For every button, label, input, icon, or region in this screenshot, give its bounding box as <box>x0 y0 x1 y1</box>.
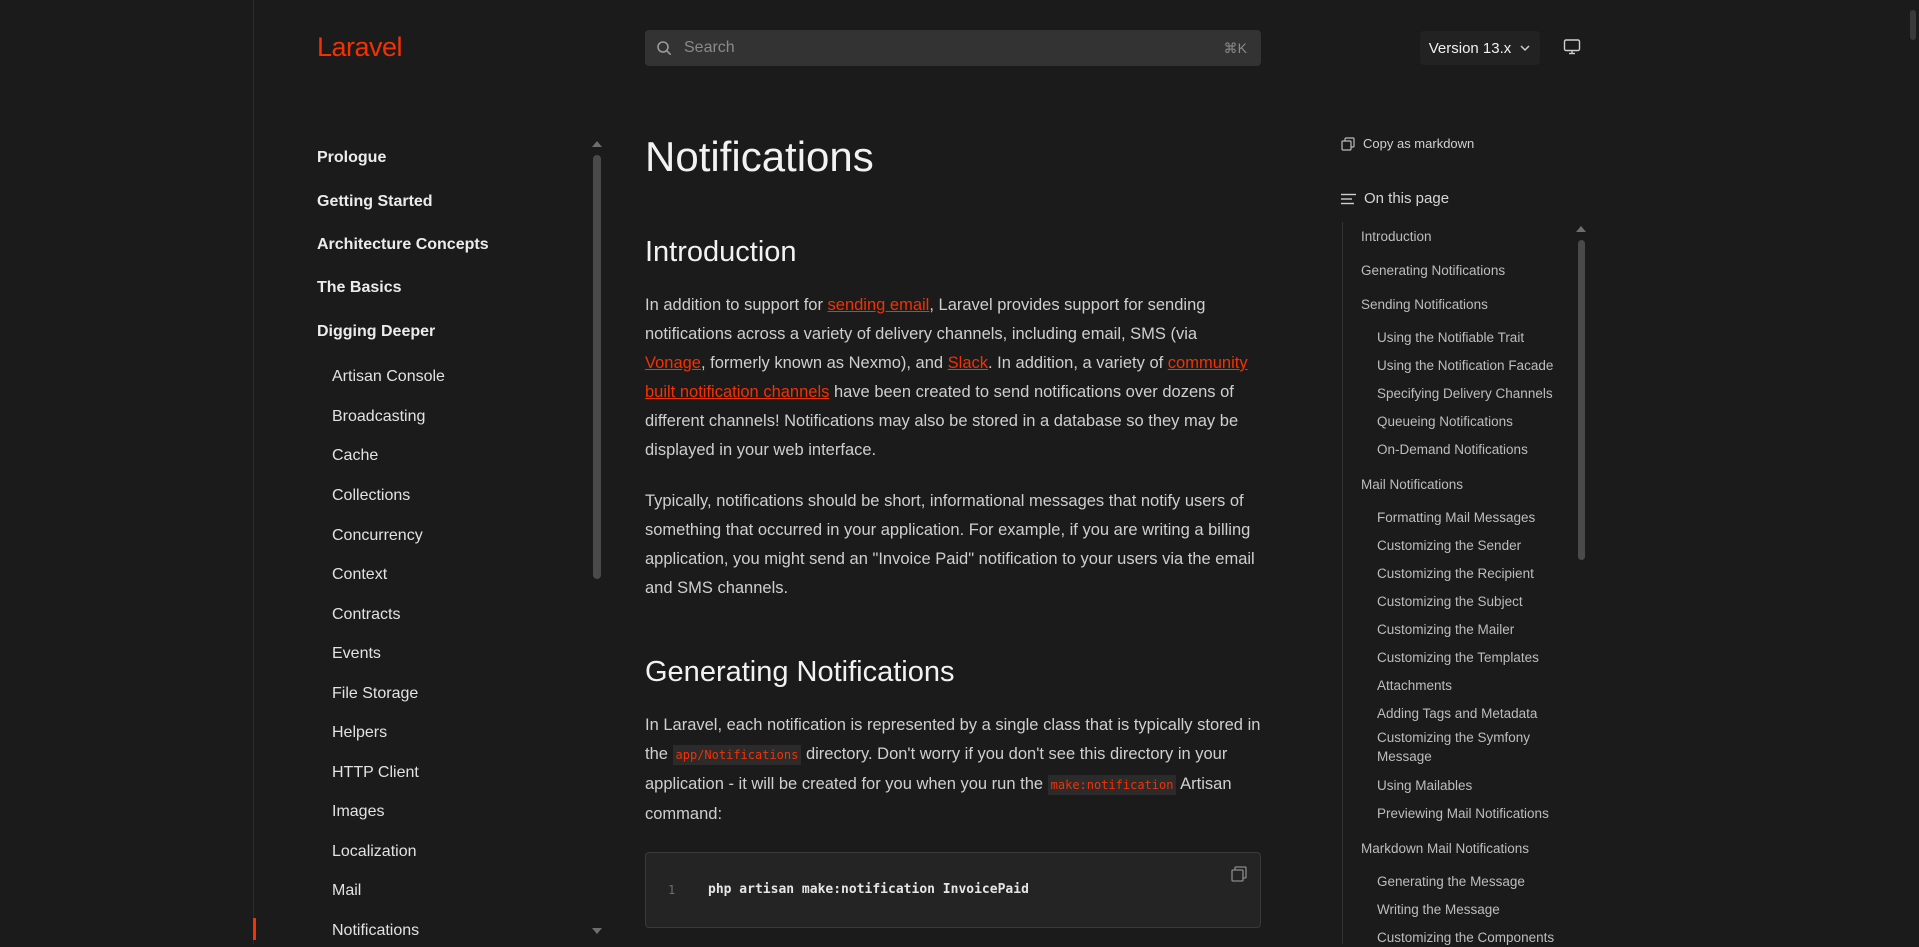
sidebar-divider <box>253 0 254 944</box>
sidebar-scrollbar-thumb[interactable] <box>593 155 601 579</box>
text-span: , formerly known as Nexmo), and <box>700 354 948 372</box>
sidebar-item-cache[interactable]: Cache <box>332 447 378 465</box>
toc-item[interactable]: Introduction <box>1361 229 1432 244</box>
sidebar-item-the-basics[interactable]: The Basics <box>317 279 401 297</box>
search-input[interactable] <box>682 38 1224 58</box>
toc-subitem[interactable]: Using Mailables <box>1377 776 1577 795</box>
sidebar-item-contracts[interactable]: Contracts <box>332 606 400 624</box>
code-line-number: 1 <box>668 883 676 897</box>
toc-item[interactable]: Generating Notifications <box>1361 263 1505 278</box>
toc-subitem[interactable]: Formatting Mail Messages <box>1377 508 1577 527</box>
docs-sidebar: Prologue Getting Started Architecture Co… <box>317 0 597 944</box>
sidebar-scroll-up-icon[interactable] <box>592 141 602 147</box>
inline-code-app-notifications: app/Notifications <box>672 745 802 765</box>
sidebar-item-prologue[interactable]: Prologue <box>317 149 386 167</box>
toc-rule <box>1342 222 1343 944</box>
toc-subitem[interactable]: Adding Tags and Metadata <box>1377 704 1577 723</box>
text-span: . In addition, a variety of <box>988 354 1168 372</box>
chevron-down-icon <box>1520 45 1530 52</box>
toc-scroll-up-icon[interactable] <box>1576 226 1586 232</box>
monitor-icon[interactable] <box>1563 38 1581 56</box>
sidebar-item-helpers[interactable]: Helpers <box>332 724 387 742</box>
sidebar-item-context[interactable]: Context <box>332 566 387 584</box>
toc-subitem[interactable]: Using the Notifiable Trait <box>1377 328 1577 347</box>
toc-item[interactable]: Markdown Mail Notifications <box>1361 841 1529 856</box>
toc-subitem[interactable]: Writing the Message <box>1377 900 1577 919</box>
sidebar-item-getting-started[interactable]: Getting Started <box>317 193 433 211</box>
toc-subitem[interactable]: Customizing the Mailer <box>1377 620 1577 639</box>
page-scrollbar-thumb[interactable] <box>1910 10 1916 40</box>
toc-subitem[interactable]: Customizing the Sender <box>1377 536 1577 555</box>
version-selector[interactable]: Version 13.x <box>1420 31 1540 65</box>
on-this-page-heading: On this page <box>1341 190 1449 207</box>
sidebar-item-concurrency[interactable]: Concurrency <box>332 527 423 545</box>
toc-subitem[interactable]: Previewing Mail Notifications <box>1377 804 1577 823</box>
generating-paragraph: In Laravel, each notification is represe… <box>645 711 1261 829</box>
sidebar-item-events[interactable]: Events <box>332 645 381 663</box>
sidebar-item-localization[interactable]: Localization <box>332 843 417 861</box>
toc-subitem[interactable]: Customizing the Components <box>1377 928 1577 947</box>
sidebar-item-artisan-console[interactable]: Artisan Console <box>332 368 445 386</box>
sidebar-item-collections[interactable]: Collections <box>332 487 410 505</box>
copy-as-markdown-button[interactable]: Copy as markdown <box>1341 136 1474 151</box>
on-this-page-label: On this page <box>1364 190 1450 207</box>
page-scrollbar[interactable] <box>1903 0 1919 944</box>
search-icon <box>657 41 671 55</box>
toc-subitem[interactable]: Attachments <box>1377 676 1577 695</box>
toc-subitem[interactable]: On-Demand Notifications <box>1377 440 1577 459</box>
sidebar-item-images[interactable]: Images <box>332 803 384 821</box>
link-slack[interactable]: Slack <box>948 354 988 372</box>
sidebar-item-broadcasting[interactable]: Broadcasting <box>332 408 425 426</box>
toc-scrollbar-thumb[interactable] <box>1578 240 1585 560</box>
active-item-indicator <box>253 918 256 940</box>
toc-item[interactable]: Sending Notifications <box>1361 297 1488 312</box>
sidebar-item-architecture-concepts[interactable]: Architecture Concepts <box>317 236 489 254</box>
toc-item[interactable]: Mail Notifications <box>1361 477 1463 492</box>
toc-subitem[interactable]: Queueing Notifications <box>1377 412 1577 431</box>
search-shortcut: ⌘K <box>1223 39 1247 56</box>
inline-code-make-notification: make:notification <box>1047 775 1177 795</box>
search-bar[interactable]: ⌘K <box>645 30 1261 66</box>
page-title: Notifications <box>645 133 874 180</box>
text-span: In addition to support for <box>645 296 828 314</box>
version-label: Version 13.x <box>1428 39 1512 57</box>
toc-subitem[interactable]: Using the Notification Facade <box>1377 356 1577 375</box>
link-sending-email[interactable]: sending email <box>828 296 930 314</box>
copy-as-markdown-label: Copy as markdown <box>1363 136 1475 151</box>
sidebar-item-digging-deeper[interactable]: Digging Deeper <box>317 323 435 341</box>
sidebar-item-http-client[interactable]: HTTP Client <box>332 764 419 782</box>
copy-icon[interactable] <box>1230 865 1248 883</box>
sidebar-scroll-down-icon[interactable] <box>592 928 602 934</box>
intro-paragraph-1: In addition to support for sending email… <box>645 291 1261 465</box>
sidebar-item-mail[interactable]: Mail <box>332 882 361 900</box>
heading-generating-notifications: Generating Notifications <box>645 656 955 688</box>
code-block: 1 php artisan make:notification InvoiceP… <box>645 852 1261 928</box>
toc-subitem[interactable]: Customizing the Recipient <box>1377 564 1577 583</box>
toc-subitem[interactable]: Specifying Delivery Channels <box>1377 384 1577 403</box>
toc-subitem[interactable]: Customizing the Templates <box>1377 648 1577 667</box>
heading-introduction: Introduction <box>645 236 797 268</box>
toc-subitem[interactable]: Generating the Message <box>1377 872 1577 891</box>
sidebar-item-file-storage[interactable]: File Storage <box>332 685 418 703</box>
sidebar-item-notifications[interactable]: Notifications <box>332 922 419 940</box>
toc-subitem[interactable]: Customizing the Subject <box>1377 592 1577 611</box>
toc-subitem[interactable]: Customizing the Symfony Message <box>1377 728 1567 766</box>
copy-icon <box>1341 136 1355 151</box>
code-line: php artisan make:notification InvoicePai… <box>708 882 1029 897</box>
list-icon <box>1341 193 1356 204</box>
intro-paragraph-2: Typically, notifications should be short… <box>645 492 1255 597</box>
link-vonage[interactable]: Vonage <box>645 354 701 372</box>
